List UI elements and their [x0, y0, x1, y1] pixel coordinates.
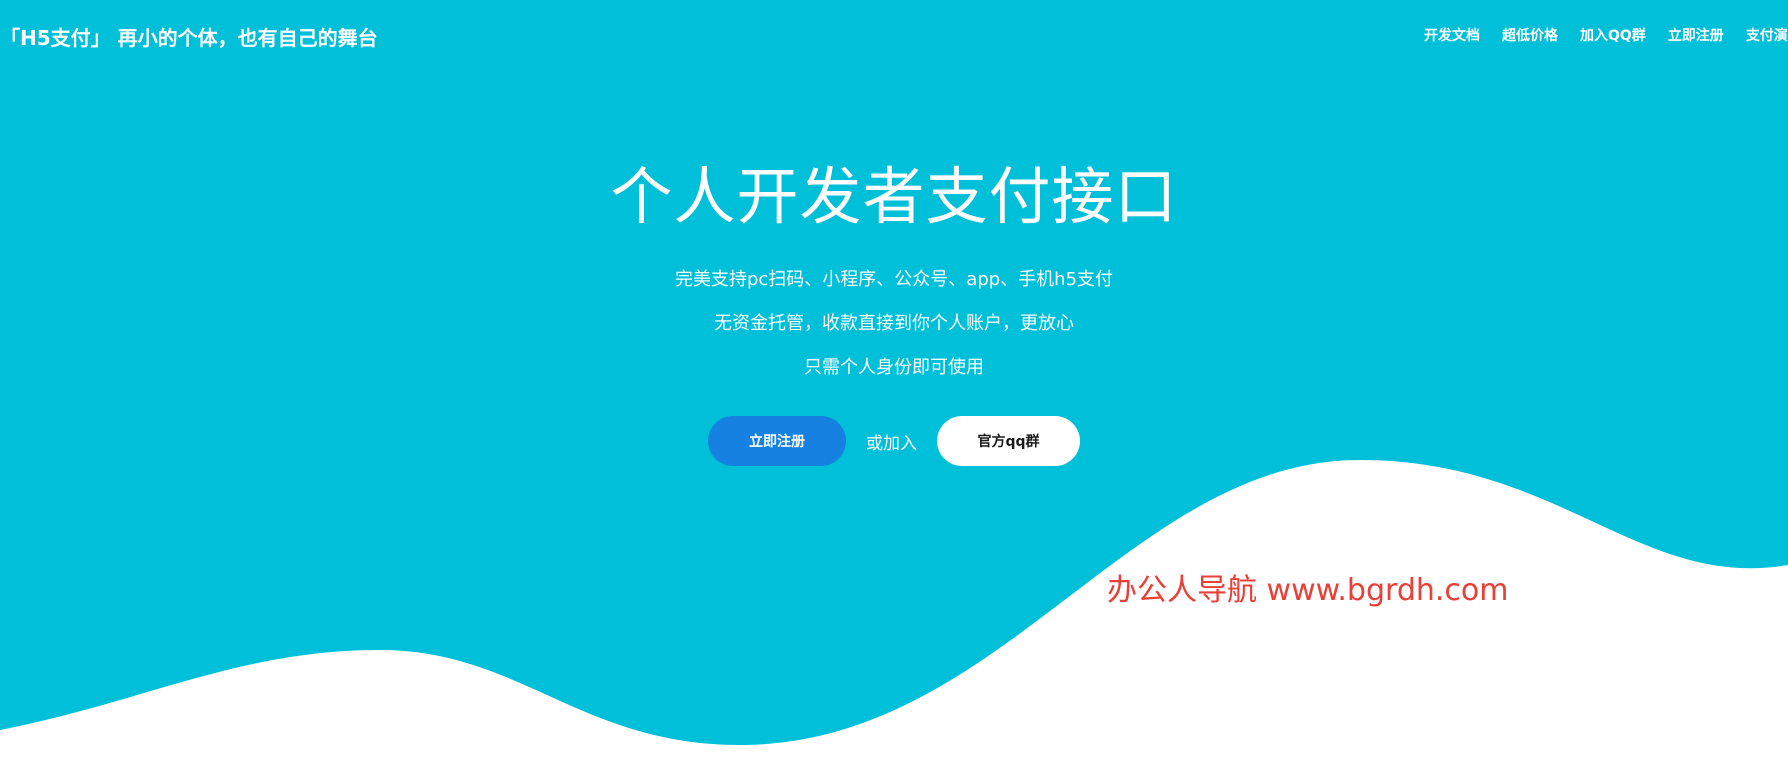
watermark-text: 办公人导航 www.bgrdh.com	[1107, 573, 1509, 608]
register-button[interactable]: 立即注册	[708, 416, 846, 466]
hero-title: 个人开发者支付接口	[610, 160, 1178, 233]
top-nav: 开发文档 超低价格 加入QQ群 立即注册 支付演示	[1424, 25, 1788, 45]
nav-link-qq-group[interactable]: 加入QQ群	[1580, 25, 1646, 45]
hero-feature-line: 只需个人身份即可使用	[804, 357, 984, 378]
brand-title: 「H5支付」 再小的个体，也有自己的舞台	[0, 26, 378, 50]
nav-link-register[interactable]: 立即注册	[1668, 25, 1724, 45]
nav-link-demo[interactable]: 支付演示	[1746, 25, 1788, 45]
nav-link-docs[interactable]: 开发文档	[1424, 25, 1480, 45]
hero-section: 个人开发者支付接口 完美支持pc扫码、小程序、公众号、app、手机h5支付 无资…	[0, 158, 1788, 466]
or-join-text: 或加入	[866, 433, 917, 454]
hero-feature-line: 完美支持pc扫码、小程序、公众号、app、手机h5支付	[674, 269, 1114, 290]
qq-group-button[interactable]: 官方qq群	[937, 416, 1080, 466]
hero-actions: 立即注册 或加入 官方qq群	[0, 416, 1788, 466]
nav-link-pricing[interactable]: 超低价格	[1502, 25, 1558, 45]
hero-feature-line: 无资金托管，收款直接到你个人账户，更放心	[714, 313, 1074, 334]
